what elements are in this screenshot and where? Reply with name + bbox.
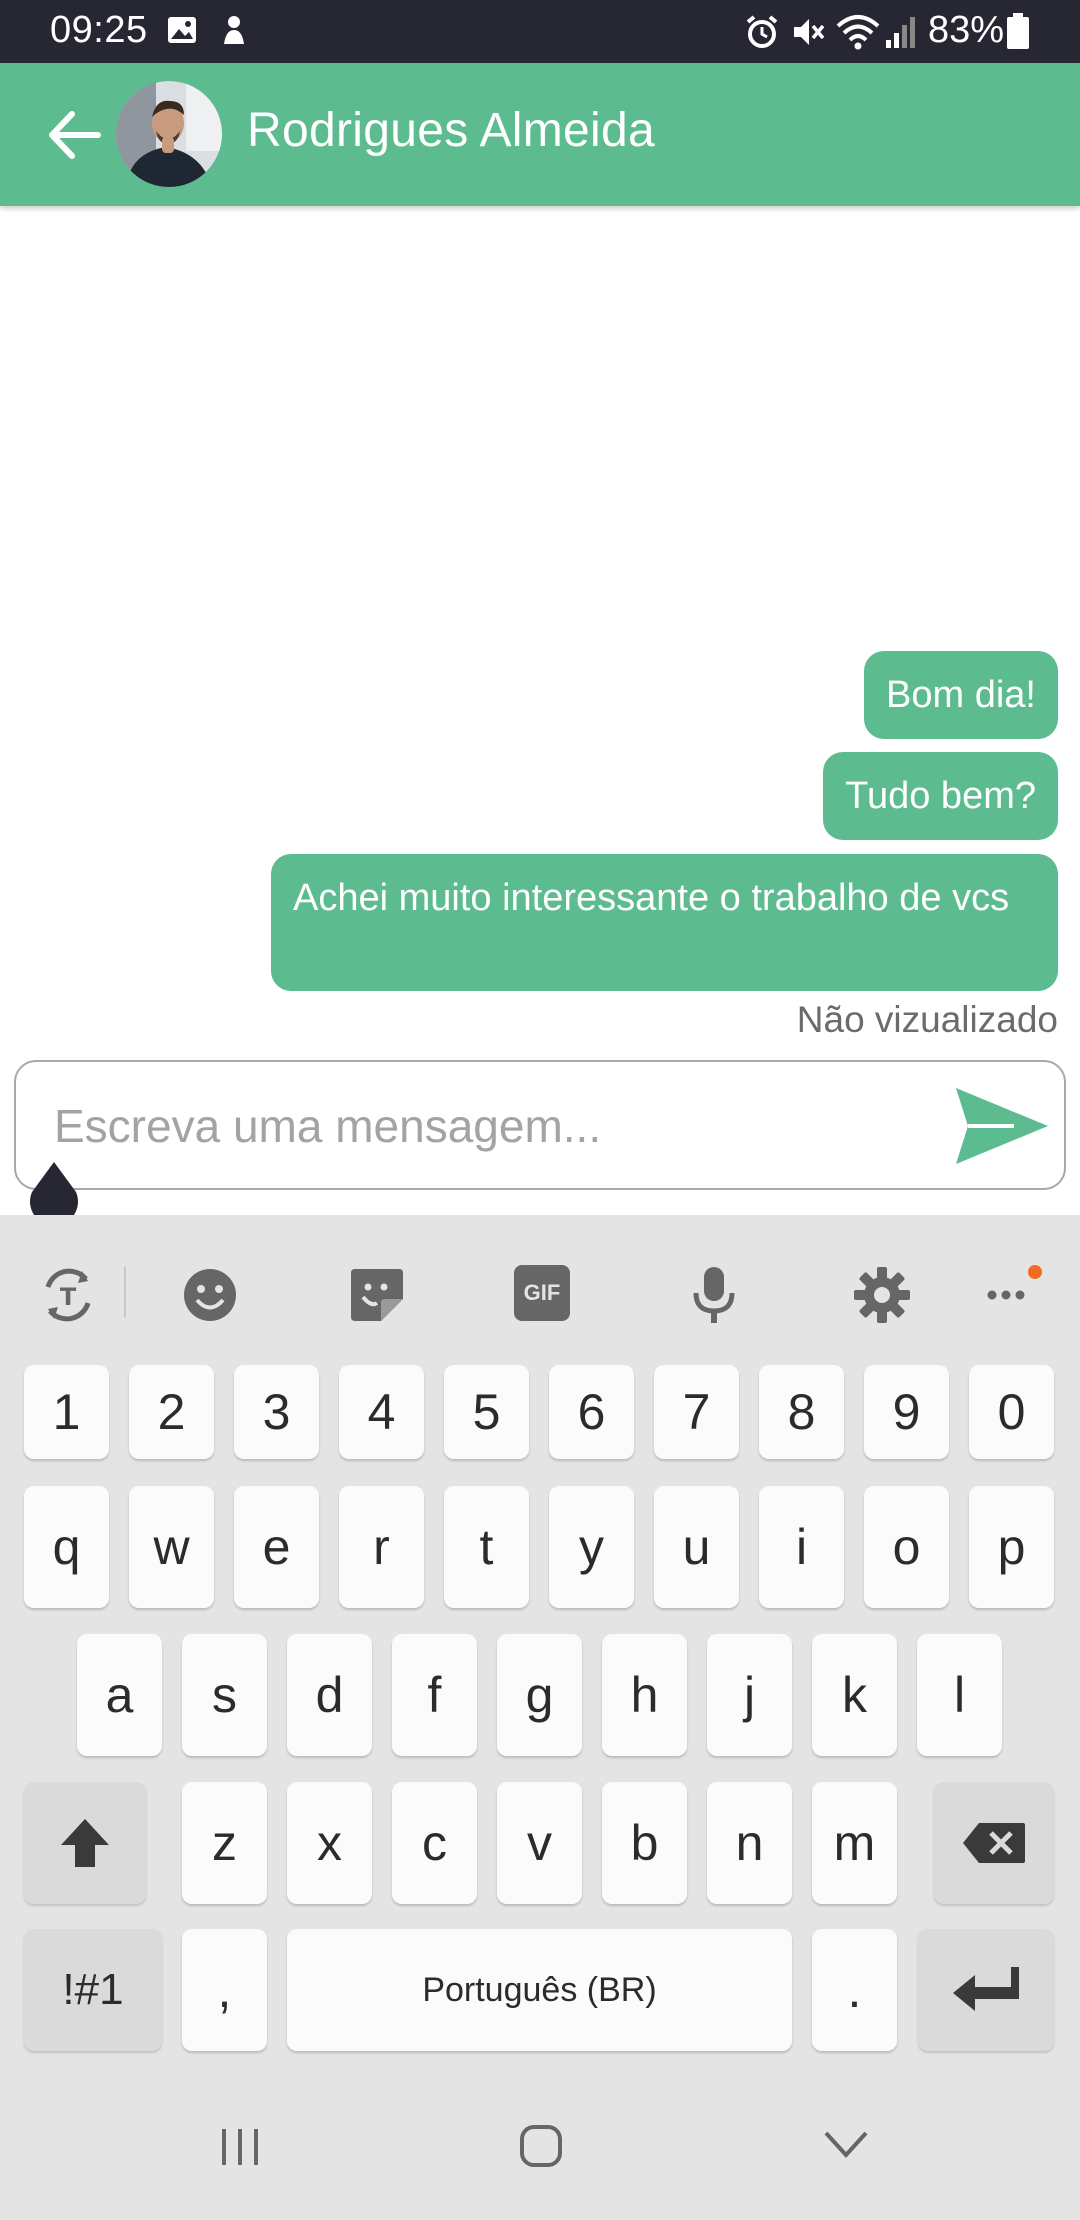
- mute-icon: [794, 19, 825, 45]
- period-key[interactable]: .: [812, 1929, 897, 2051]
- battery-percentage: 83%: [928, 9, 1005, 51]
- key-2[interactable]: 2: [129, 1365, 214, 1459]
- key-d[interactable]: d: [287, 1634, 372, 1756]
- key-p[interactable]: p: [969, 1486, 1054, 1608]
- contact-name[interactable]: Rodrigues Almeida: [247, 103, 655, 158]
- message-bubble[interactable]: Tudo bem?: [823, 752, 1058, 840]
- message-composer: [14, 1060, 1066, 1190]
- battery-icon: [1007, 13, 1029, 49]
- enter-key[interactable]: [918, 1929, 1054, 2051]
- key-5[interactable]: 5: [444, 1365, 529, 1459]
- microphone-icon[interactable]: [684, 1265, 744, 1325]
- status-bar: 09:25 83%: [0, 0, 1080, 63]
- key-7[interactable]: 7: [654, 1365, 739, 1459]
- key-a[interactable]: a: [77, 1634, 162, 1756]
- text-cursor-handle[interactable]: [28, 1160, 80, 1222]
- chat-header: Rodrigues Almeida: [0, 63, 1080, 206]
- key-m[interactable]: m: [812, 1782, 897, 1904]
- notification-icon: [224, 16, 244, 44]
- key-4[interactable]: 4: [339, 1365, 424, 1459]
- keyboard: T GIF 1 2 3 4 5 6 7 8 9 0 q w e r t y u …: [0, 1215, 1080, 2220]
- signal-icon: [886, 17, 915, 48]
- key-j[interactable]: j: [707, 1634, 792, 1756]
- key-g[interactable]: g: [497, 1634, 582, 1756]
- status-time: 09:25: [50, 9, 148, 51]
- key-y[interactable]: y: [549, 1486, 634, 1608]
- backspace-icon: [963, 1823, 1025, 1863]
- message-input[interactable]: [54, 1094, 934, 1158]
- text-translate-icon[interactable]: T: [38, 1265, 98, 1325]
- keyboard-toolbar: T GIF: [0, 1215, 1080, 1365]
- shift-key[interactable]: [24, 1782, 146, 1904]
- key-s[interactable]: s: [182, 1634, 267, 1756]
- key-u[interactable]: u: [654, 1486, 739, 1608]
- key-l[interactable]: l: [917, 1634, 1002, 1756]
- key-f[interactable]: f: [392, 1634, 477, 1756]
- key-h[interactable]: h: [602, 1634, 687, 1756]
- key-q[interactable]: q: [24, 1486, 109, 1608]
- gif-icon[interactable]: GIF: [514, 1265, 570, 1321]
- shift-arrow-icon: [61, 1819, 109, 1867]
- image-icon: [168, 17, 196, 43]
- key-t[interactable]: t: [444, 1486, 529, 1608]
- wifi-icon: [836, 15, 880, 50]
- send-icon[interactable]: [954, 1086, 1050, 1166]
- key-i[interactable]: i: [759, 1486, 844, 1608]
- message-list[interactable]: Bom dia! Tudo bem? Achei muito interessa…: [0, 206, 1080, 1061]
- key-n[interactable]: n: [707, 1782, 792, 1904]
- key-x[interactable]: x: [287, 1782, 372, 1904]
- alarm-icon: [746, 15, 778, 48]
- space-key[interactable]: Português (BR): [287, 1929, 792, 2051]
- key-w[interactable]: w: [129, 1486, 214, 1608]
- key-k[interactable]: k: [812, 1634, 897, 1756]
- svg-text:T: T: [60, 1283, 77, 1311]
- key-v[interactable]: v: [497, 1782, 582, 1904]
- key-0[interactable]: 0: [969, 1365, 1054, 1459]
- backspace-key[interactable]: [934, 1782, 1054, 1904]
- key-8[interactable]: 8: [759, 1365, 844, 1459]
- read-status: Não vizualizado: [796, 999, 1058, 1040]
- key-9[interactable]: 9: [864, 1365, 949, 1459]
- arrow-left-icon[interactable]: [44, 108, 104, 162]
- sticker-icon[interactable]: [347, 1265, 407, 1325]
- key-3[interactable]: 3: [234, 1365, 319, 1459]
- key-1[interactable]: 1: [24, 1365, 109, 1459]
- avatar[interactable]: [116, 81, 222, 187]
- message-bubble[interactable]: Bom dia!: [864, 651, 1058, 739]
- system-nav-bar: [0, 2085, 1080, 2220]
- avatar-photo: [116, 81, 222, 187]
- home-icon[interactable]: [518, 2123, 564, 2169]
- key-r[interactable]: r: [339, 1486, 424, 1608]
- key-6[interactable]: 6: [549, 1365, 634, 1459]
- key-b[interactable]: b: [602, 1782, 687, 1904]
- key-z[interactable]: z: [182, 1782, 267, 1904]
- toolbar-divider: [124, 1267, 126, 1317]
- enter-icon: [953, 1967, 1019, 2011]
- settings-icon[interactable]: [852, 1265, 912, 1325]
- emoji-icon[interactable]: [180, 1265, 240, 1325]
- key-e[interactable]: e: [234, 1486, 319, 1608]
- recent-apps-icon[interactable]: [218, 2125, 262, 2169]
- comma-key[interactable]: ,: [182, 1929, 267, 2051]
- key-o[interactable]: o: [864, 1486, 949, 1608]
- back-chevron-icon[interactable]: [822, 2127, 870, 2161]
- symbols-key[interactable]: !#1: [24, 1929, 162, 2051]
- message-bubble[interactable]: Achei muito interessante o trabalho de v…: [271, 854, 1058, 991]
- key-c[interactable]: c: [392, 1782, 477, 1904]
- notification-dot: [1028, 1265, 1042, 1279]
